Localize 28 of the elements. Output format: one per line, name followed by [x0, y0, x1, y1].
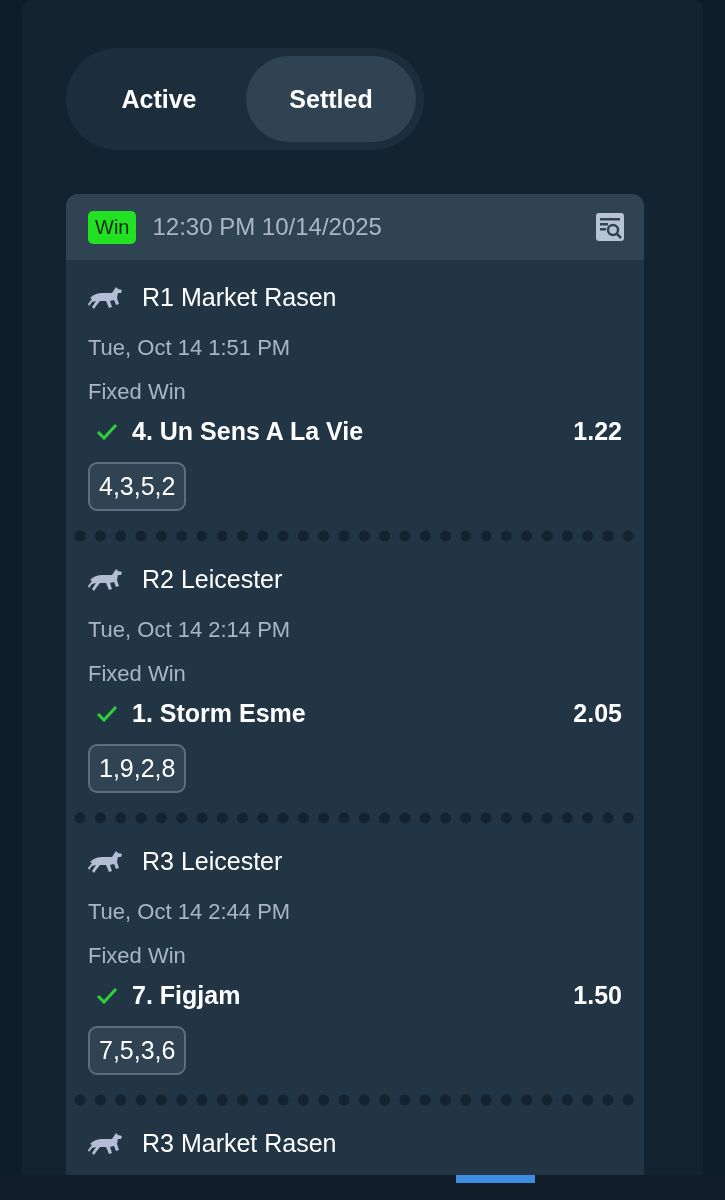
race-name: R3 Market Rasen	[142, 1128, 337, 1158]
finish-order-chip: 4,3,5,2	[88, 462, 187, 511]
finish-order-chip: 1,9,2,8	[88, 744, 187, 793]
horse-icon	[88, 566, 124, 592]
tab[interactable]: Settled	[246, 56, 416, 142]
race-time: Tue, Oct 14 2:44 PM	[88, 899, 292, 925]
race-name: R2 Leicester	[142, 564, 283, 594]
tab[interactable]: Active	[74, 56, 244, 142]
odds: 2.05	[573, 699, 622, 728]
finish-order-chip: 7,5,3,6	[88, 1026, 187, 1075]
odds: 1.50	[573, 981, 622, 1010]
placed-time: 12:30 PM 10/14/2025	[152, 213, 383, 241]
race-name: R3 Leicester	[142, 846, 283, 876]
horse-icon	[88, 848, 124, 874]
bet-type: Fixed Win	[88, 661, 187, 687]
bet-type: Fixed Win	[88, 379, 187, 405]
receipt-search-icon[interactable]	[596, 213, 624, 241]
result-badge: Win	[88, 210, 137, 244]
horse-icon	[88, 284, 124, 310]
selection-name: 7. Figjam	[132, 981, 242, 1010]
race-name: R1 Market Rasen	[142, 282, 337, 312]
race-time: Tue, Oct 14 2:14 PM	[88, 617, 292, 643]
selection-name: 4. Un Sens A La Vie	[132, 417, 365, 446]
selection-name: 1. Storm Esme	[132, 699, 307, 728]
odds: 1.22	[573, 417, 622, 446]
bet-type: Fixed Win	[88, 943, 187, 969]
race-time: Tue, Oct 14 1:51 PM	[88, 335, 292, 361]
horse-icon	[88, 1130, 124, 1156]
